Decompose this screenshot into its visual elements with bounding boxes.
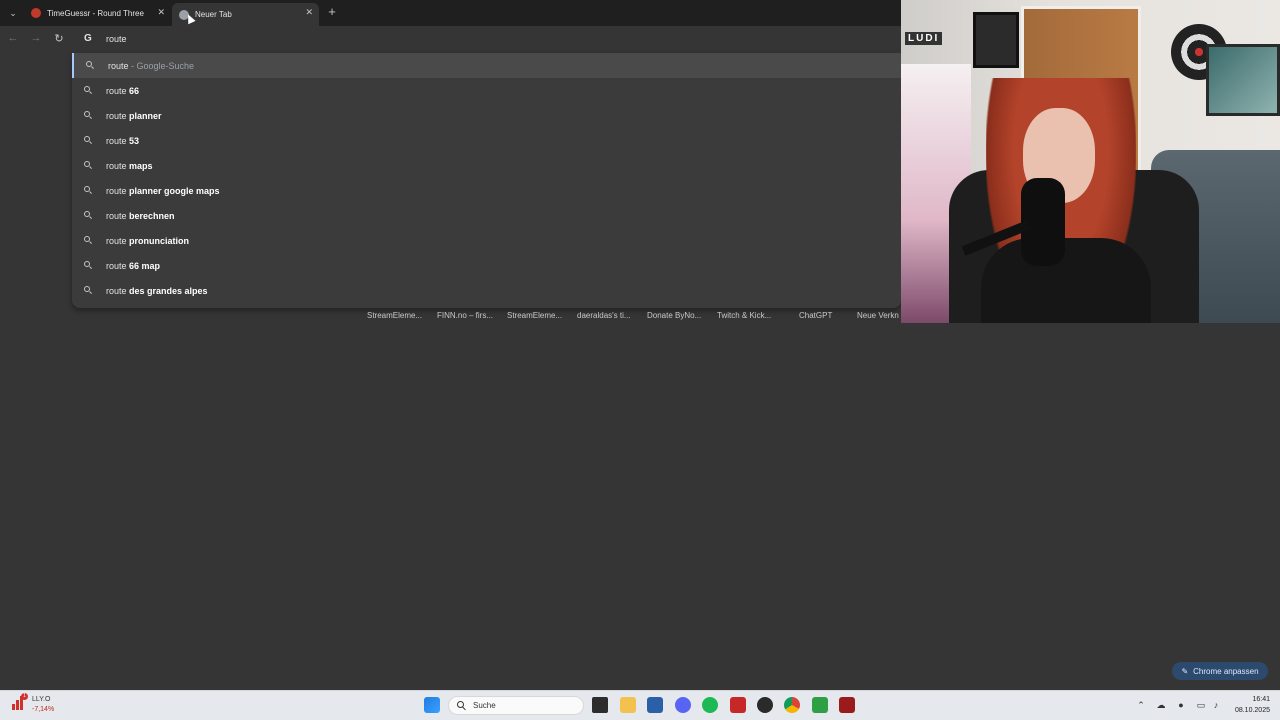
suggestion-item[interactable]: route planner [72,103,901,128]
timeguessr-icon [31,8,41,18]
discord-icon[interactable] [675,697,691,713]
search-icon [86,61,95,70]
search-icon [84,111,93,120]
tab-title: Neuer Tab [195,10,232,19]
body [981,238,1151,323]
store-icon[interactable] [647,697,663,713]
google-icon: G [84,33,92,44]
microphone-icon[interactable]: ● [1175,700,1187,710]
search-icon [457,701,466,711]
customize-chrome-button[interactable]: ✎ Chrome anpassen [1172,662,1268,680]
back-button[interactable]: ← [6,32,20,44]
suggestion-item[interactable]: route maps [72,153,901,178]
stock-ticker: LLY.O [32,696,51,703]
tab-timeguessr[interactable]: TimeGuessr - Round Three ✕ [24,3,171,23]
shortcut-tile[interactable]: Donate ByNo... [647,311,701,320]
shortcut-tile[interactable]: StreamEleme... [507,311,562,320]
notification-badge: 1 [21,693,28,700]
search-icon [84,161,93,170]
cloud-icon[interactable]: ☁ [1155,700,1167,711]
file-explorer-icon[interactable] [620,697,636,713]
search-icon [84,186,93,195]
shortcut-tile[interactable]: ChatGPT [799,311,832,320]
shortcut-tile[interactable]: FINN.no – firs... [437,311,493,320]
chevron-up-icon[interactable]: ⌃ [1135,700,1147,711]
search-icon [84,136,93,145]
stock-change: -7,14% [32,706,55,713]
search-icon [84,211,93,220]
visual-studio-icon[interactable] [839,697,855,713]
suggestion-item[interactable]: route planner google maps [72,178,901,203]
app-icon[interactable] [730,697,746,713]
webcam-overlay: LUDI [901,0,1280,323]
customize-chrome-label: Chrome anpassen [1193,666,1259,676]
windows-start-icon[interactable] [424,697,440,713]
toolbar [0,26,901,53]
xbox-icon[interactable] [812,697,828,713]
taskbar [0,690,1280,720]
tab-title: TimeGuessr - Round Three [47,8,144,18]
obs-icon[interactable] [757,697,773,713]
omnibox-input[interactable]: route [106,34,127,44]
system-clock[interactable]: 16:41 08.10.2025 [1224,694,1270,716]
forward-button[interactable]: → [29,32,43,44]
search-icon [84,236,93,245]
search-icon [84,261,93,270]
wall-painting [1206,44,1280,116]
suggestion-item[interactable]: route berechnen [72,203,901,228]
reload-button[interactable]: ↻ [52,32,66,45]
tab-neuer-tab[interactable]: Neuer Tab ✕ [172,3,319,26]
shortcut-tile[interactable]: Twitch & Kick... [717,311,771,320]
suggestion-item[interactable]: route 66 [72,78,901,103]
shortcut-tile[interactable]: Neue Verkn [857,311,901,320]
taskbar-search[interactable]: Suche [448,696,584,715]
clock-date: 08.10.2025 [1234,707,1270,714]
new-tab-button[interactable]: + [324,4,340,19]
tab-search-button[interactable]: ⌄ [4,4,22,22]
speaker-icon[interactable]: ♪ [1210,700,1222,710]
screen: ⌄ TimeGuessr - Round Three ✕ Neuer Tab ✕… [0,0,1280,720]
search-icon [84,86,93,95]
taskbar-search-label: Suche [473,701,496,710]
suggestion-item[interactable]: route 66 map [72,253,901,278]
picture-frame [973,12,1019,68]
close-tab-icon[interactable]: ✕ [305,7,313,18]
clock-time: 16:41 [1252,696,1270,703]
stock-widget[interactable]: 1 LLY.O -7,14% [12,693,72,717]
close-tab-icon[interactable]: ✕ [157,7,165,18]
suggestion-item[interactable]: route pronunciation [72,228,901,253]
suggestion-item[interactable]: route des grandes alpes [72,278,901,303]
task-view-icon[interactable] [592,697,608,713]
suggestion-item[interactable]: route - Google-Suche [72,53,901,78]
streamer [961,68,1161,323]
lightbox-sign: LUDI [905,32,943,45]
shortcut-tile[interactable]: daeraldas's ti... [577,311,631,320]
display-icon[interactable]: ▭ [1195,700,1207,711]
spotify-icon[interactable] [702,697,718,713]
search-icon [84,286,93,295]
chrome-icon[interactable] [784,697,800,713]
tab-strip: ⌄ TimeGuessr - Round Three ✕ Neuer Tab ✕… [0,0,901,26]
suggestion-item[interactable]: route 53 [72,128,901,153]
omnibox-suggestions: route - Google-Suche route 66 route plan… [72,53,901,308]
shortcut-tile[interactable]: StreamEleme... [367,311,422,320]
pencil-icon: ✎ [1181,666,1189,676]
